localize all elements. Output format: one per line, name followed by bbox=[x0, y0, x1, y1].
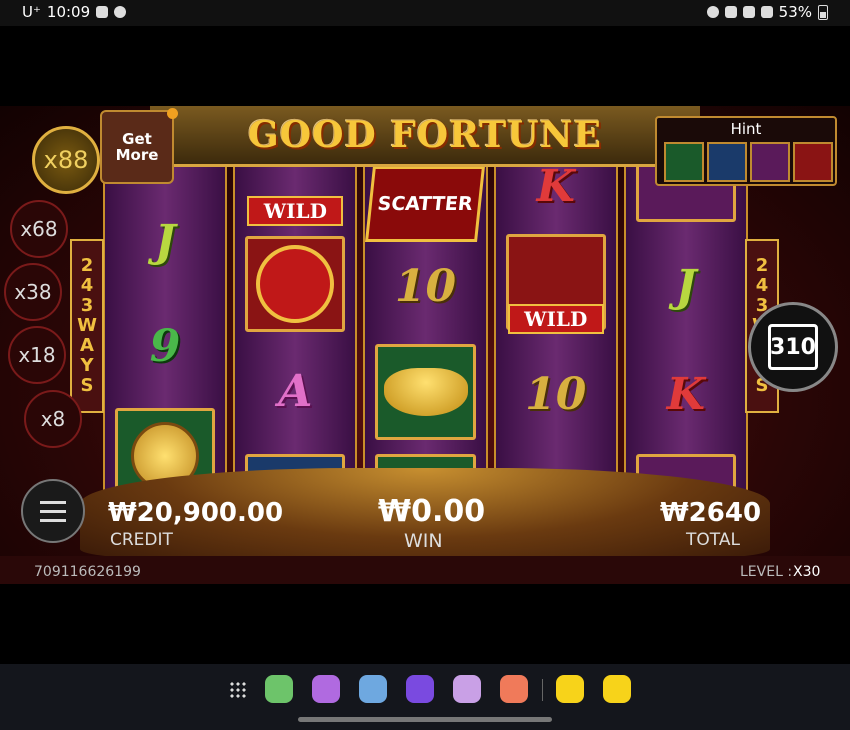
credit-value: ₩20,900.00 bbox=[108, 498, 284, 528]
reel-3: SCATTER 10 bbox=[363, 164, 488, 499]
reel-4: K WILD 10 bbox=[493, 164, 618, 499]
scatter-symbol: SCATTER bbox=[365, 166, 486, 242]
spin-counter-button[interactable]: 310 bbox=[748, 302, 838, 392]
knot-icon bbox=[793, 142, 833, 182]
battery-icon bbox=[818, 4, 828, 20]
notes-icon[interactable] bbox=[453, 675, 481, 703]
home-indicator[interactable] bbox=[298, 717, 552, 722]
alarm-icon bbox=[706, 6, 719, 18]
symbol-9: 9 bbox=[149, 320, 181, 372]
symbol-a: A bbox=[278, 365, 313, 417]
knot-icon bbox=[256, 245, 335, 323]
volte-icon bbox=[742, 6, 755, 18]
kakaotalk-icon[interactable] bbox=[556, 675, 584, 703]
ingot-icon bbox=[664, 142, 704, 182]
symbol-10: 10 bbox=[394, 260, 457, 312]
menu-button[interactable] bbox=[21, 479, 85, 543]
menu-icon bbox=[40, 500, 66, 504]
win-label: WIN bbox=[404, 530, 443, 552]
hint-panel[interactable]: Hint bbox=[655, 116, 837, 186]
gallery-icon[interactable] bbox=[359, 675, 387, 703]
spin-counter: 310 bbox=[768, 324, 818, 370]
app-drawer-icon[interactable] bbox=[229, 681, 247, 699]
multiplier-x38: x38 bbox=[4, 263, 62, 321]
signal-icon bbox=[760, 6, 773, 18]
multiplier-x88: x88 bbox=[32, 126, 100, 194]
total-value: ₩2640 bbox=[660, 498, 762, 528]
notification-dot bbox=[167, 108, 178, 119]
reel-1: J 9 bbox=[103, 164, 228, 499]
fan-icon bbox=[750, 142, 790, 182]
game-id: 709116626199 bbox=[34, 564, 141, 580]
knot-symbol bbox=[245, 236, 346, 332]
phone-icon[interactable] bbox=[265, 675, 293, 703]
kakao-app-icon[interactable] bbox=[603, 675, 631, 703]
status-bar: U⁺ 10:09 53% bbox=[0, 0, 850, 26]
symbol-j: J bbox=[675, 260, 697, 312]
clock: 10:09 bbox=[46, 3, 91, 21]
dock-divider bbox=[542, 679, 543, 701]
cloud-icon bbox=[114, 6, 127, 18]
multiplier-x8: x8 bbox=[24, 390, 82, 448]
symbol-j: J bbox=[154, 215, 176, 267]
game-title: GOOD FORTUNE bbox=[248, 114, 602, 156]
symbol-10: 10 bbox=[525, 368, 587, 420]
carrier-label: U⁺ bbox=[22, 3, 41, 21]
wild-symbol: WILD bbox=[507, 304, 604, 334]
battery-percent: 53% bbox=[778, 3, 812, 21]
reel-2: WILD A bbox=[233, 164, 358, 499]
total-label: TOTAL bbox=[686, 530, 740, 550]
wild-symbol: WILD bbox=[247, 196, 344, 226]
camera-icon[interactable] bbox=[500, 675, 528, 703]
ingot-symbol bbox=[375, 344, 476, 440]
win-value: ₩0.00 bbox=[378, 494, 486, 529]
title-bar: GOOD FORTUNE bbox=[150, 106, 700, 167]
messages-icon[interactable] bbox=[312, 675, 340, 703]
symbol-k: K bbox=[536, 164, 575, 212]
reel-5: J K bbox=[623, 164, 749, 499]
multiplier-x68: x68 bbox=[10, 200, 68, 258]
slot-game[interactable]: J 9 WILD A SCATTER 10 K WILD 10 J K GOOD… bbox=[0, 106, 850, 584]
get-more-button[interactable]: Get More bbox=[100, 108, 178, 184]
level-value: X30 bbox=[793, 564, 821, 580]
mute-icon bbox=[724, 6, 737, 18]
credit-label: CREDIT bbox=[110, 530, 173, 550]
pen-icon[interactable] bbox=[406, 675, 434, 703]
ways-panel-left: 2 4 3 W A Y S bbox=[70, 239, 104, 413]
hint-title: Hint bbox=[730, 120, 762, 138]
multiplier-x18: x18 bbox=[8, 326, 66, 384]
b-app-icon bbox=[96, 6, 109, 18]
reels-area[interactable]: J 9 WILD A SCATTER 10 K WILD 10 J K bbox=[103, 164, 749, 499]
level-label: LEVEL : bbox=[740, 564, 793, 580]
ingot-icon bbox=[383, 368, 468, 416]
boat-icon bbox=[707, 142, 747, 182]
symbol-k: K bbox=[666, 368, 706, 420]
